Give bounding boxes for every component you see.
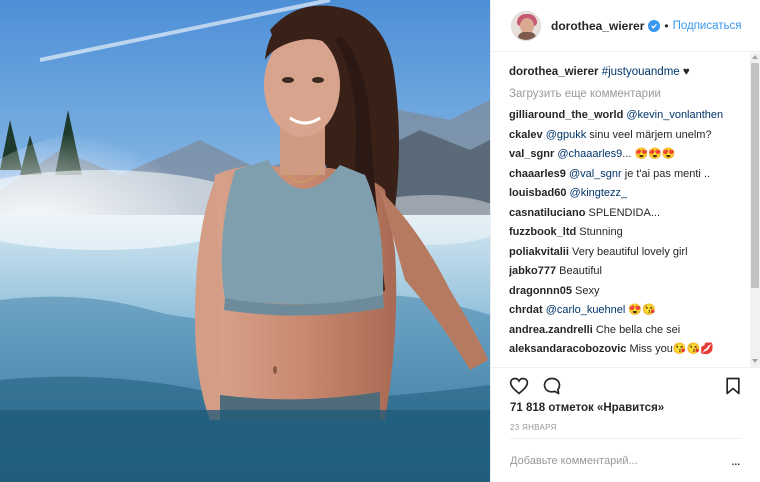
- comments-scrollbar[interactable]: [750, 53, 760, 367]
- post-photo: [0, 0, 490, 482]
- comment-row: gilliaround_the_world @kevin_vonlanthen: [509, 108, 751, 128]
- scrollbar-thumb[interactable]: [751, 63, 759, 288]
- comment-username[interactable]: dragonnn05: [509, 285, 572, 297]
- comment-username[interactable]: chaaarles9: [509, 168, 566, 180]
- caption-hashtag[interactable]: #justyouandme: [602, 66, 680, 78]
- verified-badge-icon: [648, 19, 661, 32]
- post-actions: [491, 367, 760, 403]
- comment-row: ckalev @gpukk sinu veel märjem unelm?: [509, 128, 751, 148]
- load-more-comments-link[interactable]: Загрузить еще комментарии: [509, 88, 751, 100]
- post-caption: dorothea_wierer #justyouandme ♥: [509, 65, 751, 79]
- comment-username[interactable]: chrdat: [509, 304, 543, 316]
- comment-row: casnatiluciano SPLENDIDA...: [509, 206, 751, 226]
- comment-text: Che bella che sei: [595, 323, 681, 336]
- more-options-icon[interactable]: ...: [731, 452, 741, 468]
- follow-button[interactable]: Подписаться: [673, 20, 742, 32]
- comment-mention[interactable]: @chaaarles9: [557, 148, 622, 160]
- separator-dot: •: [664, 18, 669, 33]
- comment-bubble-icon[interactable]: [542, 376, 562, 396]
- comment-username[interactable]: louisbad60: [509, 187, 566, 199]
- comment-row: jabko777 Beautiful: [509, 264, 751, 284]
- comment-username[interactable]: aleksandaracobozovic: [509, 343, 626, 355]
- comment-text: Miss you😘😘💋: [629, 343, 714, 355]
- scroll-up-arrow-icon[interactable]: [752, 55, 758, 59]
- comment-username[interactable]: val_sgnr: [509, 148, 554, 160]
- comment-text: 😍😘: [625, 304, 656, 316]
- header-username[interactable]: dorothea_wierer: [551, 19, 644, 33]
- comment-username[interactable]: poliakvitalii: [509, 246, 569, 258]
- comment-username[interactable]: fuzzbook_ltd: [509, 226, 576, 238]
- comment-row: dragonnn05 Sexy: [509, 284, 751, 304]
- comment-text: SPLENDIDA...: [588, 206, 661, 219]
- comment-row: aleksandaracobozovic Miss you😘😘💋: [509, 342, 751, 362]
- comment-text: ... 😍😍😍: [622, 148, 676, 160]
- comment-text: Stunning: [579, 226, 623, 238]
- comment-row: val_sgnr @chaaarles9... 😍😍😍: [509, 147, 751, 167]
- comment-username[interactable]: andrea.zandrelli: [509, 324, 593, 336]
- comment-mention[interactable]: @kevin_vonlanthen: [626, 109, 723, 121]
- avatar[interactable]: [511, 10, 541, 41]
- comment-row: fuzzbook_ltd Stunning: [509, 225, 751, 245]
- likes-count[interactable]: 71 818 отметок «Нравится»: [510, 402, 664, 414]
- comment-username[interactable]: casnatiluciano: [509, 207, 585, 219]
- caption-heart: ♥: [679, 66, 690, 78]
- comment-row: louisbad60 @kingtezz_: [509, 186, 751, 206]
- comment-mention[interactable]: @carlo_kuehnel: [546, 304, 626, 316]
- bookmark-icon[interactable]: [723, 376, 743, 396]
- comment-row: chrdat @carlo_kuehnel 😍😘: [509, 303, 751, 323]
- comment-username[interactable]: ckalev: [509, 129, 543, 141]
- divider: [510, 438, 742, 439]
- comment-text: Beautiful: [559, 265, 602, 277]
- comment-mention[interactable]: @kingtezz_: [570, 187, 628, 199]
- post-sidebar: dorothea_wierer • Подписаться dorothea_w…: [490, 0, 760, 482]
- caption-username[interactable]: dorothea_wierer: [509, 66, 598, 78]
- post-header: dorothea_wierer • Подписаться: [491, 0, 760, 52]
- heart-icon[interactable]: [509, 376, 529, 396]
- comment-text: Sexy: [575, 284, 600, 297]
- comment-row: poliakvitalii Very beautiful lovely girl: [509, 245, 751, 265]
- comment-row: chaaarles9 @val_sgnr je t'ai pas menti .…: [509, 167, 751, 187]
- comment-text: Very beautiful lovely girl: [571, 245, 688, 258]
- add-comment-input[interactable]: [510, 446, 720, 476]
- comment-username[interactable]: jabko777: [509, 265, 556, 277]
- post-date[interactable]: 23 ЯНВАРЯ: [510, 423, 557, 432]
- comment-mention[interactable]: @gpukk: [546, 129, 587, 141]
- comment-mention[interactable]: @val_sgnr: [569, 168, 622, 180]
- comment-text: sinu veel märjem unelm?: [586, 128, 712, 141]
- comments-list: dorothea_wierer #justyouandme ♥ Загрузит…: [491, 53, 751, 367]
- comment-username[interactable]: gilliaround_the_world: [509, 109, 623, 121]
- comment-text: je t'ai pas menti ..: [621, 167, 711, 180]
- comment-row: andrea.zandrelli Che bella che sei: [509, 323, 751, 343]
- scroll-down-arrow-icon[interactable]: [752, 359, 758, 363]
